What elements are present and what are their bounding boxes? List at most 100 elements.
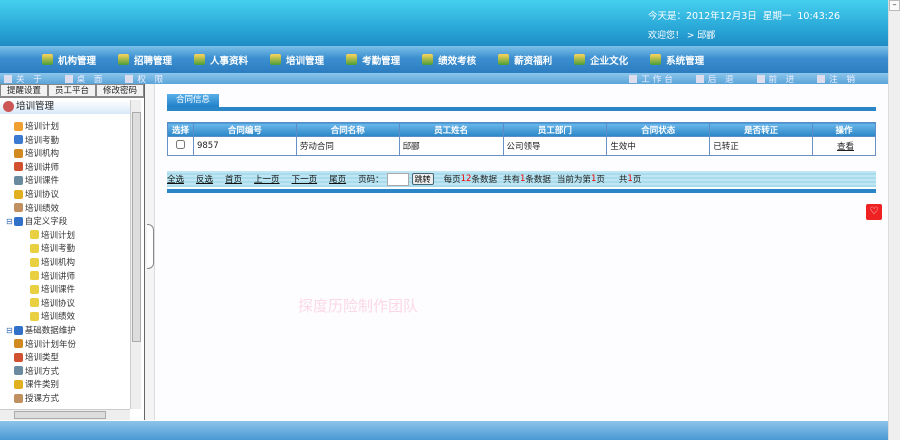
toolbar-link[interactable]: 关 于 (4, 73, 45, 85)
toolbar-link[interactable]: 权 限 (125, 73, 166, 85)
row-checkbox[interactable] (175, 140, 185, 149)
welcome-text: 欢迎您！ > 邱郦 (648, 31, 716, 41)
toolbar-link[interactable]: 前 进 (756, 73, 798, 85)
expand-toggle-icon[interactable]: ⊟ (6, 326, 13, 335)
tree-node-icon (14, 366, 23, 376)
tree-item[interactable]: 培训考勤 (14, 134, 59, 146)
cell-id: 9857 (192, 136, 297, 156)
menu-item[interactable]: 企业文化 (574, 53, 628, 67)
select-cell (167, 136, 194, 156)
pager-link-2[interactable]: 首页 (225, 173, 242, 185)
tree-horizontal-scrollbar[interactable] (0, 409, 130, 420)
pager-pages-post: 页 (632, 175, 642, 185)
tree-node-icon (13, 216, 23, 226)
tree-item[interactable]: 授课方式 (14, 392, 59, 404)
splitter[interactable] (145, 84, 155, 420)
main-menu: 机构管理 招聘管理 人事资料 培训管理 考勤管理 绩效考核 薪资福利 企业文化 系统管理 (0, 46, 888, 73)
tree-node-icon (30, 284, 39, 294)
menu-item[interactable]: 人事资料 (194, 53, 248, 67)
expand-toggle-icon[interactable]: ⊟ (6, 217, 13, 226)
pager-link-1[interactable]: 反选 (196, 173, 213, 185)
tree-item-label: 培训协议 (41, 298, 76, 309)
tree-item[interactable]: 培训方式 (14, 365, 59, 377)
pager-link-4[interactable]: 下一页 (292, 173, 318, 185)
pager-pages-pre: 共 (618, 175, 628, 185)
menu-item[interactable]: 薪资福利 (498, 53, 552, 67)
tree-item-label: 培训考勤 (25, 135, 60, 146)
tree-node-icon (14, 203, 23, 213)
tree-item[interactable]: 培训课件 (14, 174, 59, 186)
tree-item-label: 培训绩效 (41, 312, 76, 323)
tree-node-icon (30, 243, 39, 253)
tree-node-icon (14, 339, 23, 349)
toolbar-link[interactable]: 桌 面 (64, 73, 106, 85)
tree-item[interactable]: 培训绩效 (30, 310, 75, 322)
view-link[interactable]: 查看 (812, 136, 876, 156)
tree-vertical-scrollbar[interactable] (130, 100, 141, 409)
tree-item[interactable]: 培训计划 (14, 120, 59, 132)
go-button[interactable]: 跳转 (411, 173, 434, 185)
menu-item[interactable]: 考勤管理 (346, 53, 400, 67)
table-row: 9857 劳动合同 邱郦 公司领导 生效中 已转正 查看 (167, 136, 876, 156)
tree-root[interactable]: 培训管理 (0, 100, 130, 114)
tab-reminder-settings[interactable]: 提醒设置 (0, 84, 48, 97)
tree-node-icon (30, 257, 39, 267)
cell-regular: 已转正 (709, 136, 814, 156)
tree-item[interactable]: 培训讲师 (30, 270, 75, 282)
column-header: 选择 (167, 122, 194, 137)
toolbar-icon (64, 74, 73, 83)
tab-change-password[interactable]: 修改密码 (96, 84, 144, 97)
tree-node-icon (14, 175, 23, 185)
tree-item[interactable]: 培训计划 (30, 229, 75, 241)
toolbar-link[interactable]: 工作台 (629, 73, 676, 85)
tree-item-label: 培训绩效 (25, 203, 60, 214)
watermark: 探度历险制作团队 (298, 297, 419, 315)
tree-item[interactable]: 培训类型 (14, 351, 59, 363)
menu-item-label: 培训管理 (286, 55, 325, 67)
tree-item[interactable]: 培训讲师 (14, 161, 59, 173)
tree-item[interactable]: ⊟ 自定义字段 (6, 215, 67, 227)
menu-item[interactable]: 绩效考核 (422, 53, 476, 67)
tab-contract-info[interactable]: 合同信息 (167, 94, 219, 107)
menu-item-label: 招聘管理 (134, 55, 173, 67)
tree-item[interactable]: 培训计划年份 (14, 338, 76, 350)
collapse-handle[interactable] (147, 224, 154, 269)
toolbar-label: 后 退 (707, 74, 737, 85)
tree-item[interactable]: ⊟ 基础数据维护 (6, 324, 76, 336)
column-header: 员工姓名 (398, 122, 504, 137)
page-input[interactable] (386, 172, 409, 186)
column-header: 是否转正 (709, 122, 814, 137)
tree-node-icon (30, 271, 39, 281)
menu-item[interactable]: 机构管理 (42, 53, 96, 67)
tab-employee-platform[interactable]: 员工平台 (48, 84, 96, 97)
menu-item[interactable]: 系统管理 (650, 53, 704, 67)
pager: 全选 反选 首页 上一页 下一页 尾页 页码： 跳转 每页 12 条数据 共有 1 条数据 当前为第 1 页共 1… (167, 171, 876, 187)
tree-item-label: 培训讲师 (41, 271, 76, 282)
tree-item[interactable]: 培训协议 (30, 297, 75, 309)
cell-dept: 公司领导 (502, 136, 608, 156)
tree-item[interactable]: 培训考勤 (30, 242, 75, 254)
menu-icon (270, 54, 282, 65)
page-scrollbar[interactable]: – (888, 0, 900, 440)
menu-item[interactable]: 招聘管理 (118, 53, 172, 67)
tree-item-label: 培训考勤 (41, 244, 76, 255)
tree-item-label: 自定义字段 (24, 217, 68, 228)
tree-item[interactable]: 培训绩效 (14, 202, 59, 214)
date-time: 今天是：2012年12月3日 星期一 10:43:26 (648, 11, 841, 22)
heart-icon[interactable]: ♡ (866, 204, 882, 220)
tree-item-label: 培训计划年份 (25, 339, 77, 350)
pager-link-5[interactable]: 尾页 (329, 173, 346, 185)
toolbar-link[interactable]: 注 销 (817, 73, 858, 85)
menu-item[interactable]: 培训管理 (270, 53, 324, 67)
tree-item[interactable]: 课件类别 (14, 378, 59, 390)
tree-item[interactable]: 培训机构 (30, 256, 75, 268)
tree-item[interactable]: 培训协议 (14, 188, 59, 200)
tree-item[interactable]: 培训机构 (14, 147, 59, 159)
toolbar-icon (629, 74, 638, 83)
menu-icon (194, 54, 206, 65)
pager-link-0[interactable]: 全选 (167, 173, 184, 185)
pager-link-3[interactable]: 上一页 (254, 173, 280, 185)
tree-item[interactable]: 培训课件 (30, 283, 75, 295)
toolbar-link[interactable]: 后 退 (695, 73, 737, 85)
menu-icon (650, 54, 662, 65)
